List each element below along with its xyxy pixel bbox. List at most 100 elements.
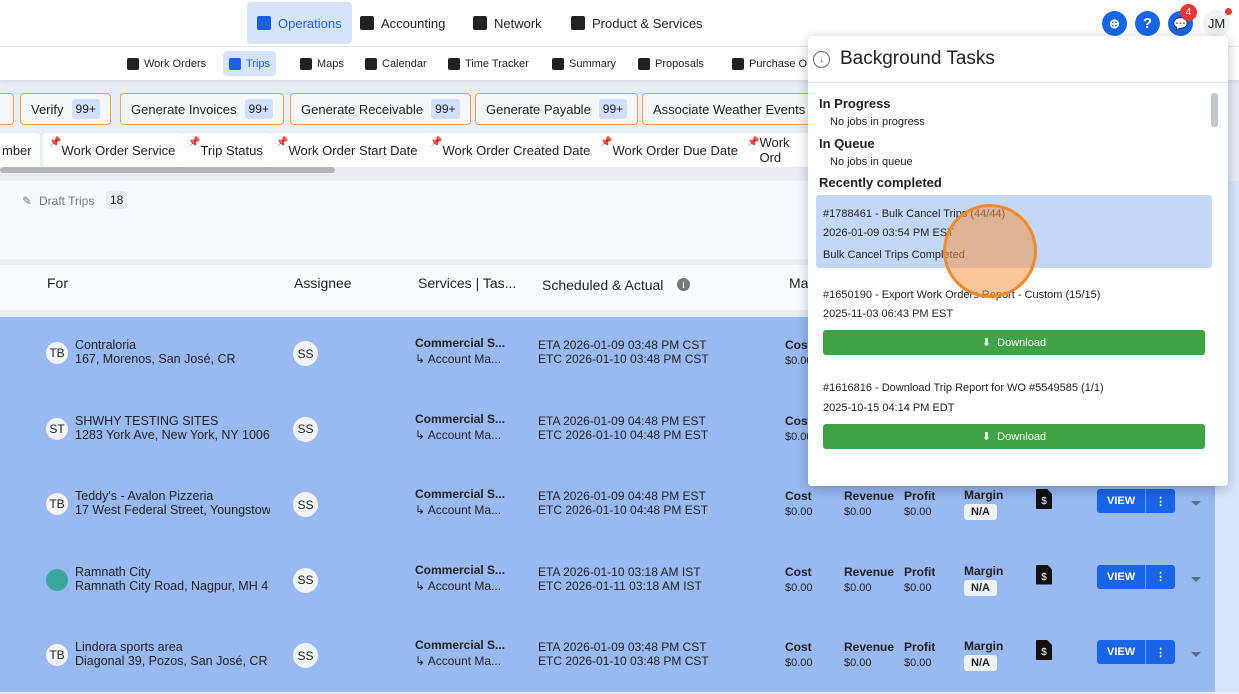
view-button[interactable]: VIEW	[1097, 565, 1145, 589]
header-scheduled[interactable]: Scheduled & Actual	[542, 277, 663, 293]
more-options-icon[interactable]: ⋮	[1145, 564, 1175, 589]
count-badge: 99+	[244, 99, 273, 119]
service-name: Commercial S...	[415, 487, 506, 501]
task-name: ↳ Account Ma...	[415, 352, 502, 366]
margin-label: Margin	[964, 488, 1004, 502]
eta: ETA 2026-01-10 03:18 AM IST	[538, 564, 701, 579]
view-button-group: VIEW⋮	[1097, 564, 1176, 589]
subnav-maps[interactable]: Maps	[294, 51, 350, 76]
pin-icon: 📌	[188, 137, 201, 148]
action-chip-associate-weather[interactable]: Associate Weather Events	[642, 93, 822, 125]
nav-accounting[interactable]: Accounting	[350, 2, 455, 44]
eta: ETA 2026-01-09 03:48 PM CST	[538, 640, 707, 654]
report-icon	[552, 57, 564, 70]
task-name: ↳ Account Ma...	[415, 427, 502, 442]
column-label: Work Order Created Date	[442, 142, 591, 158]
action-chip-generate-payable[interactable]: Generate Payable 99+	[475, 93, 639, 125]
assignee-avatar[interactable]: SS	[293, 341, 318, 366]
column-chip[interactable]: 📌 Work Order Service	[43, 133, 184, 167]
help-icon[interactable]: ?	[1135, 11, 1160, 36]
download-button[interactable]: ⬇ Download	[823, 424, 1205, 449]
invoice-document-icon[interactable]: $	[1036, 640, 1052, 660]
view-button[interactable]: VIEW	[1097, 489, 1145, 513]
profit-value: $0.00	[904, 506, 932, 518]
assignee-avatar[interactable]: SS	[293, 492, 318, 517]
margin-label: Margin	[964, 563, 1004, 578]
subnav-calendar[interactable]: Calendar	[359, 51, 433, 76]
service-name: Commercial S...	[415, 336, 506, 350]
background-tasks-icon[interactable]: ⊕	[1102, 11, 1127, 36]
subnav-time-tracker[interactable]: Time Tracker	[442, 51, 535, 76]
chip-label: Generate Invoices	[131, 101, 237, 117]
subnav-trips[interactable]: Trips	[223, 51, 277, 76]
service-name: Commercial S...	[415, 638, 506, 652]
column-label: Work Order Due Date	[612, 142, 738, 158]
header-services[interactable]: Services | Tas...	[418, 275, 516, 291]
subnav-summary[interactable]: Summary	[546, 51, 622, 76]
assignee-avatar[interactable]: SS	[293, 567, 318, 593]
client-address: Ramnath City Road, Nagpur, MH 4	[75, 578, 269, 593]
pin-icon: 📌	[49, 137, 62, 148]
expand-chevron-icon[interactable]	[1191, 652, 1201, 657]
action-chip-generate-receivable[interactable]: Generate Receivable 99+	[290, 93, 471, 125]
revenue-label: Revenue	[844, 489, 895, 503]
table-row[interactable]: Ramnath City Ramnath City Road, Nagpur, …	[0, 544, 1215, 619]
job-time: 2025-10-15 04:14 PM EDT	[823, 402, 955, 414]
download-button[interactable]: ⬇ Download	[823, 330, 1205, 355]
subnav-label: Trips	[246, 57, 271, 70]
assignee-avatar[interactable]: SS	[293, 643, 318, 668]
download-label: Download	[997, 430, 1047, 443]
subnav-purchase-orders[interactable]: Purchase O	[726, 51, 813, 76]
panel-scrollbar[interactable]	[1211, 93, 1218, 127]
client-avatar: ST	[46, 417, 68, 440]
client-name[interactable]: Teddy's - Avalon Pizzeria	[75, 489, 270, 504]
nav-product-services[interactable]: Product & Services	[561, 2, 713, 44]
column-chip[interactable]: 📌 Work Order Created Date	[424, 133, 599, 167]
proposal-icon	[638, 57, 650, 70]
subnav-label: Work Orders	[144, 57, 207, 70]
column-label: Work Order Service	[61, 142, 176, 158]
action-chip-generate-invoices[interactable]: Generate Invoices 99+	[120, 93, 284, 125]
nav-operations[interactable]: Operations	[247, 2, 352, 44]
draft-icon: ✎	[22, 194, 33, 208]
client-name[interactable]: SHWHY TESTING SITES	[75, 414, 270, 429]
column-chip[interactable]: 📌 Work Order Due Date	[594, 133, 746, 167]
action-chip-partial[interactable]	[0, 93, 14, 125]
nav-network[interactable]: Network	[463, 2, 552, 44]
expand-chevron-icon[interactable]	[1191, 501, 1201, 506]
task-name: ↳ Account Ma...	[415, 578, 502, 593]
header-margin[interactable]: Ma	[789, 275, 808, 291]
expand-chevron-icon[interactable]	[1191, 576, 1201, 582]
subnav-work-orders[interactable]: Work Orders	[121, 51, 212, 76]
column-chip[interactable]: 📌 Trip Status	[182, 133, 271, 167]
header-for[interactable]: For	[47, 275, 68, 291]
header-assignee[interactable]: Assignee	[294, 275, 352, 291]
chip-label: Generate Payable	[486, 101, 591, 117]
client-name[interactable]: Ramnath City	[75, 565, 270, 580]
client-name[interactable]: Contraloria	[75, 338, 270, 353]
client-name[interactable]: Lindora sports area	[75, 640, 270, 655]
invoice-document-icon[interactable]: $	[1036, 564, 1052, 585]
view-button[interactable]: VIEW	[1097, 640, 1145, 664]
subnav-proposals[interactable]: Proposals	[632, 51, 710, 76]
column-chip[interactable]: mber	[0, 133, 40, 167]
margin-badge: N/A	[964, 504, 997, 520]
horizontal-scrollbar[interactable]	[0, 167, 335, 173]
action-chip-verify[interactable]: Verify 99+	[20, 93, 111, 125]
recently-completed-heading: Recently completed	[819, 175, 942, 190]
column-chip[interactable]: 📌 Work Order Start Date	[270, 133, 426, 167]
money-icon	[360, 16, 374, 30]
view-button-group: VIEW⋮	[1097, 640, 1176, 664]
draft-count-badge: 18	[106, 191, 128, 209]
in-progress-empty: No jobs in progress	[830, 116, 925, 128]
table-row[interactable]: TB Lindora sports area Diagonal 39, Pozo…	[0, 619, 1215, 694]
more-options-icon[interactable]: ⋮	[1145, 640, 1175, 664]
invoice-document-icon[interactable]: $	[1036, 489, 1052, 509]
more-options-icon[interactable]: ⋮	[1145, 489, 1175, 513]
client-avatar: TB	[46, 493, 68, 515]
draft-trips-tab[interactable]: Draft Trips	[39, 194, 94, 208]
assignee-avatar[interactable]: SS	[293, 416, 318, 442]
cost-value: $0.00	[785, 581, 813, 594]
cost-label: Cost	[785, 640, 812, 654]
info-icon[interactable]: i	[677, 278, 690, 291]
